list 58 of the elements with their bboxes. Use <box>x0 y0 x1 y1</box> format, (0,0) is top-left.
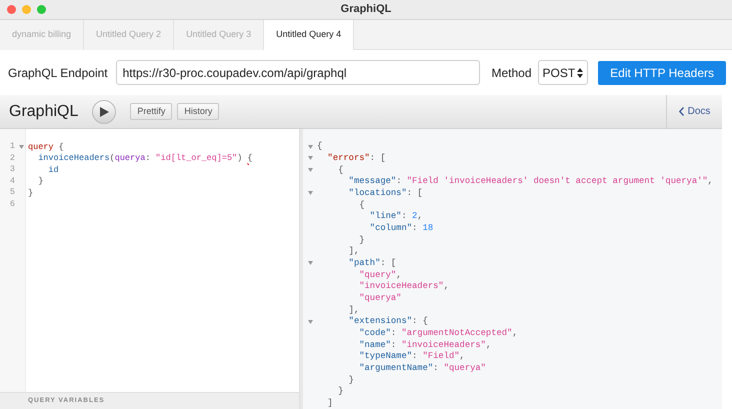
code-line: { <box>337 166 344 175</box>
code-line: "query", <box>358 270 402 280</box>
fold-arrow-icon[interactable] <box>308 144 312 149</box>
code-line: "code": "argumentNotAccepted", <box>358 328 518 338</box>
code-line: "locations": [ <box>348 189 423 198</box>
code-line: "extensions": { <box>348 317 428 326</box>
fold-arrow-icon[interactable] <box>19 144 24 149</box>
code-line: "column": 18 <box>368 224 434 233</box>
code-line: { <box>317 142 322 152</box>
code-line: } <box>37 177 44 186</box>
code-line: id <box>47 166 59 174</box>
toolbar-button[interactable]: Prettify <box>130 103 172 120</box>
fold-arrow-icon[interactable] <box>308 320 312 324</box>
maximize-icon[interactable] <box>37 5 46 14</box>
code-line: "line": 2, <box>368 212 423 222</box>
code-line: } <box>358 236 365 244</box>
play-icon <box>100 106 109 116</box>
line-number: 3 <box>8 163 15 176</box>
code-line: } <box>348 376 354 384</box>
logo: GraphiQL <box>9 102 78 122</box>
fold-arrow-icon[interactable] <box>308 156 312 160</box>
fold-arrow-icon[interactable] <box>308 191 312 196</box>
endpoint-field[interactable]: https://r30-proc.coupadev.com/api/graphql <box>116 60 480 85</box>
query-tab[interactable]: Untitled Query 4 <box>264 20 354 50</box>
code-line: "typeName": "Field", <box>358 352 465 362</box>
code-line: "querya" <box>358 294 402 303</box>
code-line: "invoiceHeaders", <box>358 282 449 292</box>
method-select[interactable]: POST <box>538 60 588 85</box>
chevron-left-icon <box>678 107 684 116</box>
code-line: "message": "Field 'invoiceHeaders' doesn't accept argument 'querya'", <box>348 177 713 186</box>
code-line: "errors": [ <box>326 154 386 163</box>
code-line: } <box>337 387 344 396</box>
code-line: "argumentName": "querya" <box>358 364 486 373</box>
code-line: "name": "invoiceHeaders", <box>358 340 492 350</box>
toolbar-button[interactable]: History <box>177 103 220 120</box>
line-number: 6 <box>8 198 15 211</box>
minimize-icon[interactable] <box>22 5 31 14</box>
code-line: ], <box>348 306 360 314</box>
code-line: invoiceHeaders(querya: "id[lt_or_eq]=5") { <box>37 154 252 162</box>
close-icon[interactable] <box>7 5 16 14</box>
code-line: query { <box>28 142 64 151</box>
code-line: ], <box>348 247 360 256</box>
line-number: 5 <box>8 186 15 200</box>
sort-arrows-icon <box>577 68 584 78</box>
endpoint-label: GraphQL Endpoint <box>8 64 108 82</box>
method-label: Method <box>491 64 532 82</box>
fold-arrow-icon[interactable] <box>308 261 312 266</box>
run-button[interactable] <box>92 100 116 124</box>
window-title: GraphiQL <box>340 2 392 18</box>
line-number: 1 <box>8 140 15 154</box>
code-line: { <box>358 200 365 210</box>
line-number: 2 <box>8 152 15 165</box>
code-line: ] <box>326 398 333 408</box>
edit-headers-button[interactable]: Edit HTTP Headers <box>598 60 726 84</box>
fold-arrow-icon[interactable] <box>308 168 312 172</box>
code-line: "path": [ <box>348 258 396 268</box>
code-line: } <box>28 188 34 197</box>
line-number: 4 <box>8 174 15 188</box>
